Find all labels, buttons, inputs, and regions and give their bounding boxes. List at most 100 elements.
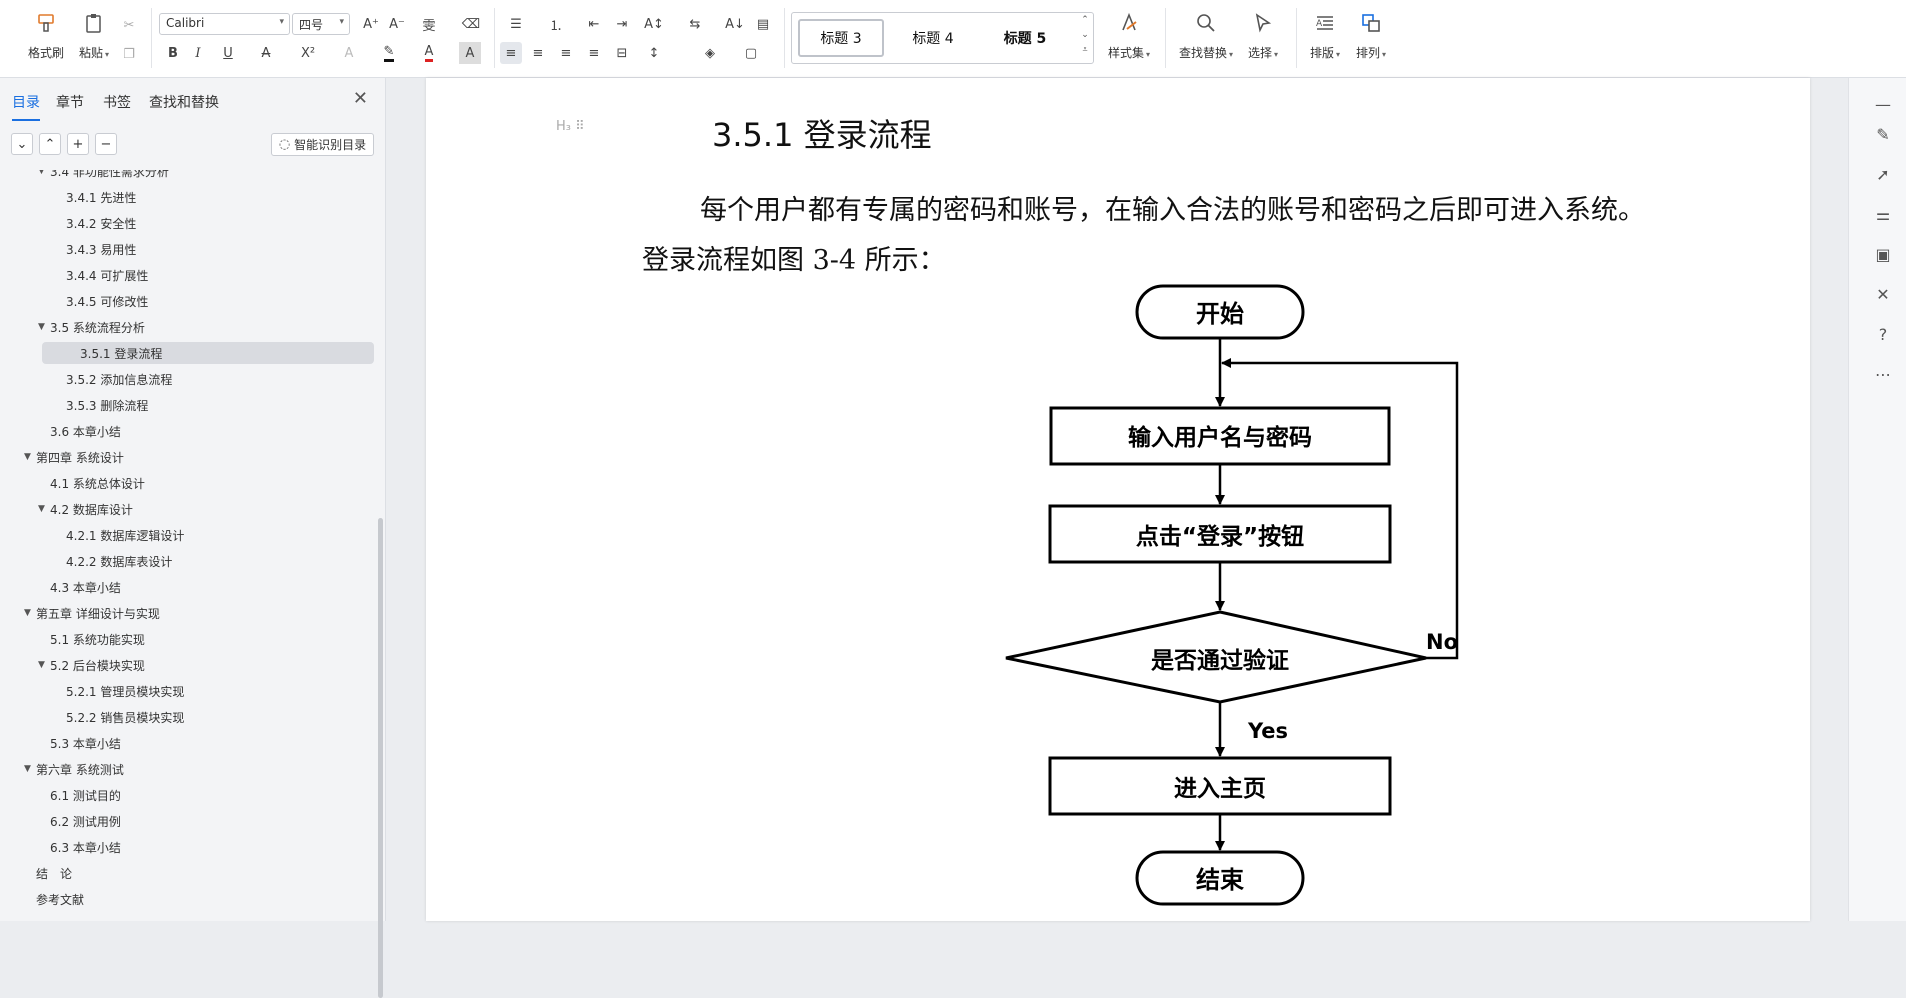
sort-direction-icon[interactable]: ⇆ [684,13,706,35]
toc-item[interactable]: ▼ 5.2 后台模块实现 [38,654,145,676]
columns-icon[interactable]: ▤ [752,13,774,35]
highlight-icon[interactable]: ✎ [378,42,400,64]
eraser-icon[interactable]: ⌫ [460,13,482,35]
toc-item[interactable]: 6.3 本章小结 [38,836,121,858]
toc-item[interactable]: 3.4.4 可扩展性 [54,264,148,286]
layout-button[interactable]: A 排版 ▾ [1300,10,1350,61]
cursor-icon[interactable]: ➚ [1871,162,1895,186]
expand-triangle-icon[interactable]: ▼ [24,452,36,462]
toc-item[interactable]: 5.2.2 销售员模块实现 [54,706,184,728]
sliders-icon[interactable]: ⚌ [1871,202,1895,226]
toc-item[interactable]: ▼ 3.5 系统流程分析 [38,316,145,338]
underline-icon[interactable]: U [217,42,239,64]
expand-triangle-icon[interactable]: ▼ [38,322,50,332]
decrease-font-icon[interactable]: A⁻ [386,13,408,35]
indent-icon[interactable]: ⇥ [611,13,633,35]
copy-icon[interactable]: ❐ [118,43,140,65]
italic-icon[interactable]: I [187,42,209,64]
outdent-icon[interactable]: ⇤ [583,13,605,35]
toc-item[interactable]: 3.4.1 先进性 [54,186,136,208]
char-shading-icon[interactable]: A [459,42,481,64]
toc-item[interactable]: ▼ 3.4 非功能性需求分析 [38,170,169,182]
minimize-icon[interactable]: — [1871,92,1895,116]
format-painter-button[interactable]: 格式刷 [20,10,72,61]
toc-item[interactable]: ▼ 第六章 系统测试 [24,758,124,780]
expand-icon[interactable]: ⩡ [1079,45,1091,55]
toc-item[interactable]: ▼ 4.2 数据库设计 [38,498,133,520]
style-heading-5[interactable]: 标题 5 [982,19,1068,57]
toc-item[interactable]: 5.2.1 管理员模块实现 [54,680,184,702]
toc-item[interactable]: 5.3 本章小结 [38,732,121,754]
sort-icon[interactable]: A↓ [724,13,746,35]
bold-icon[interactable]: B [162,42,184,64]
image-edit-icon[interactable]: ▣ [1871,242,1895,266]
phonetic-icon[interactable]: 雯 [418,13,440,35]
help-icon[interactable]: ? [1871,322,1895,346]
expand-triangle-icon[interactable]: ▼ [24,764,36,774]
text-direction-icon[interactable]: A↕ [643,13,665,35]
pen-icon[interactable]: ✎ [1871,122,1895,146]
scroll-up-icon[interactable]: ⌃ [1079,15,1091,25]
strikethrough-icon[interactable]: A [255,42,277,64]
style-heading-4[interactable]: 标题 4 [890,19,976,57]
toc-item[interactable]: 4.1 系统总体设计 [38,472,145,494]
toc-item[interactable]: 3.4.3 易用性 [54,238,136,260]
superscript-icon[interactable]: X² [297,42,319,64]
toc-item[interactable]: ▼ 第四章 系统设计 [24,446,124,468]
style-set-button[interactable]: 样式集 ▾ [1101,10,1157,61]
line-spacing-icon[interactable]: ↕ [643,42,665,64]
paste-button[interactable]: 粘贴 ▾ [68,10,120,61]
font-name-select[interactable]: Calibri ▾ [159,13,290,35]
collapse-down-button[interactable]: ⌄ [11,133,33,155]
expand-triangle-icon[interactable]: ▼ [38,170,50,176]
add-heading-button[interactable]: + [67,133,89,155]
find-replace-button[interactable]: 查找替换 ▾ [1176,10,1236,61]
cut-icon[interactable]: ✂ [118,14,140,36]
collapse-up-button[interactable]: ⌃ [39,133,61,155]
arrange-button[interactable]: 排列 ▾ [1346,10,1396,61]
toc-item[interactable]: 3.5.2 添加信息流程 [54,368,172,390]
toc-item[interactable]: 参考文献 [24,888,84,910]
shading-icon[interactable]: ◈ [699,42,721,64]
bullet-list-icon[interactable]: ☰ [505,13,527,35]
border-icon[interactable]: ▢ [740,42,762,64]
toc-item[interactable]: 3.6 本章小结 [38,420,121,442]
increase-font-icon[interactable]: A⁺ [360,13,382,35]
align-center-icon[interactable]: ≡ [527,42,549,64]
toc-item[interactable]: 6.1 测试目的 [38,784,121,806]
toc-item[interactable]: 4.3 本章小结 [38,576,121,598]
more-icon[interactable]: ⋯ [1871,362,1895,386]
toc-item[interactable]: 4.2.1 数据库逻辑设计 [54,524,184,546]
close-icon[interactable]: ✕ [353,88,368,109]
text-effect-icon[interactable]: A [338,42,360,64]
font-size-select[interactable]: 四号 ▾ [292,13,350,35]
tab-toc[interactable]: 目录 [12,92,40,121]
expand-triangle-icon[interactable]: ▼ [38,504,50,514]
numbered-list-icon[interactable]: ⒈ [545,13,567,35]
align-right-icon[interactable]: ≡ [555,42,577,64]
remove-heading-button[interactable]: − [95,133,117,155]
toc-item[interactable]: 6.2 测试用例 [38,810,121,832]
toc-item[interactable]: 3.4.2 安全性 [54,212,136,234]
toc-item[interactable]: 5.1 系统功能实现 [38,628,145,650]
sidebar-scrollbar[interactable] [378,518,383,998]
justify-icon[interactable]: ≡ [583,42,605,64]
tab-find-replace[interactable]: 查找和替换 [149,92,219,112]
distribute-icon[interactable]: ⊟ [611,42,633,64]
tab-bookmarks[interactable]: 书签 [103,92,131,112]
tab-chapters[interactable]: 章节 [56,92,84,112]
expand-triangle-icon[interactable]: ▼ [24,608,36,618]
toc-item[interactable]: ▼ 第五章 详细设计与实现 [24,602,160,624]
smart-toc-button[interactable]: ◌ 智能识别目录 [271,133,374,156]
scroll-down-icon[interactable]: ⌄ [1079,30,1091,40]
font-color-icon[interactable]: A [418,42,440,64]
align-left-icon[interactable]: ≡ [500,42,522,64]
expand-triangle-icon[interactable]: ▼ [38,660,50,670]
select-button[interactable]: 选择 ▾ [1238,10,1288,61]
toc-item[interactable]: 3.5.1 登录流程 [42,342,374,364]
toc-item[interactable]: 4.2.2 数据库表设计 [54,550,172,572]
toc-item[interactable]: 3.5.3 删除流程 [54,394,148,416]
tools-icon[interactable]: ✕ [1871,282,1895,306]
style-heading-3[interactable]: 标题 3 [798,19,884,57]
toc-item[interactable]: 结 论 [24,862,72,884]
